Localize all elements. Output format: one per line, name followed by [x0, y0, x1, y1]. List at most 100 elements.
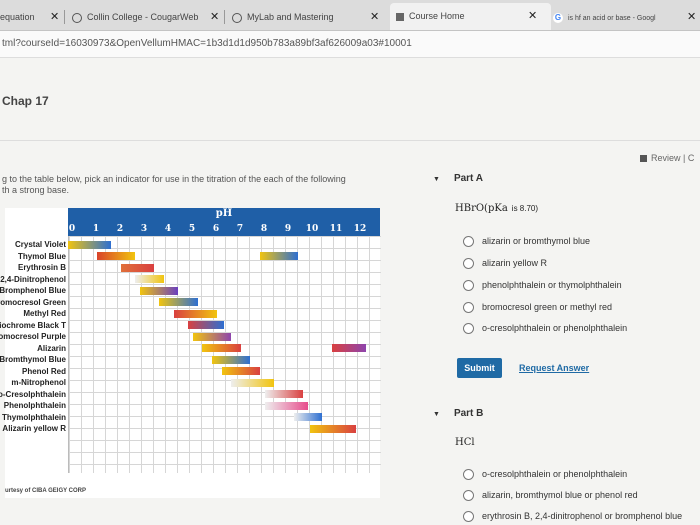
indicator-range-bar	[192, 332, 232, 341]
indicator-label: Methyl Red	[23, 309, 66, 318]
radio-button[interactable]	[463, 511, 474, 523]
intro-line-2: th a strong base.	[2, 185, 70, 195]
circle-icon	[232, 12, 242, 23]
indicator-label: Eriochrome Black T	[0, 320, 66, 330]
tab-label: MyLab and Mastering	[247, 12, 334, 22]
request-answer-link[interactable]: Request Answer	[519, 363, 589, 373]
indicator-label: Alizarin yellow R	[2, 424, 66, 433]
option-label: o-cresolphthalein or phenolphthalein	[482, 469, 628, 479]
indicator-range-bar	[332, 344, 366, 352]
indicator-label: o-Cresolphthalein	[0, 389, 66, 399]
part-a-formula: HBrO(pKa is 8.70)	[455, 203, 538, 214]
ph-tick-label: 12	[353, 224, 367, 234]
chart-credit: urtesy of CIBA GEIGY CORP	[5, 488, 87, 494]
submit-button[interactable]: Submit	[457, 358, 502, 378]
ph-tick-label: 0	[68, 224, 76, 234]
indicator-range-bar	[96, 252, 136, 260]
intro-line-1: g to the table below, pick an indicator …	[2, 174, 346, 184]
formula-note: is 8.70)	[511, 204, 539, 213]
indicator-range-bar	[310, 424, 356, 433]
part-a-option[interactable]: bromocresol green or methyl red	[463, 302, 612, 314]
radio-button[interactable]	[463, 280, 474, 292]
part-b-header[interactable]: ▼ Part B	[433, 408, 483, 419]
ph-tick-label: 2	[116, 224, 124, 234]
ph-tick-label: 7	[236, 224, 244, 234]
indicator-range-bar	[173, 309, 217, 318]
indicator-range-bar	[264, 390, 304, 398]
page-icon	[396, 12, 404, 21]
close-icon[interactable]: ✕	[50, 6, 59, 28]
indicator-label: Phenolphthalein	[3, 401, 66, 410]
review-icon	[640, 155, 647, 163]
option-label: phenolphthalein or thymolphthalein	[482, 280, 622, 290]
option-label: erythrosin B, 2,4-dinitrophenol or bromp…	[482, 511, 683, 521]
ph-axis-title: pH	[215, 208, 233, 219]
circle-icon	[72, 12, 82, 23]
indicator-range-bar	[221, 367, 260, 375]
indicator-label: Erythrosin B	[17, 263, 66, 272]
address-bar[interactable]: tml?courseId=16030973&OpenVellumHMAC=1b3…	[0, 31, 700, 58]
radio-button[interactable]	[463, 490, 474, 502]
part-b-option[interactable]: o-cresolphthalein or phenolphthalein	[463, 469, 628, 481]
tab-collin-college[interactable]: Collin College - CougarWeb ✕	[72, 6, 222, 28]
indicator-range-bar	[140, 286, 179, 295]
close-icon[interactable]: ✕	[370, 6, 379, 28]
radio-button[interactable]	[463, 323, 474, 335]
close-icon[interactable]: ✕	[687, 6, 696, 28]
part-a-option[interactable]: phenolphthalein or thymolphthalein	[463, 280, 622, 292]
indicator-range-bar	[212, 355, 251, 364]
indicator-range-bar	[260, 252, 299, 260]
indicator-label: Bromthymol Blue	[0, 355, 66, 364]
tab-equation[interactable]: equation ✕	[0, 6, 62, 28]
ph-tick-label: 6	[212, 224, 220, 234]
tab-label: Course Home	[409, 11, 465, 21]
chapter-title: Chap 17	[2, 94, 49, 108]
ph-tick-label: 9	[284, 224, 292, 234]
tab-google-search[interactable]: Gis hf an acid or base - Googl ✕	[553, 6, 698, 28]
ph-tick-label: 5	[188, 224, 196, 234]
indicator-label: Phenol Red	[21, 366, 66, 376]
indicator-range-bar	[231, 378, 275, 387]
indicator-range-bar	[68, 240, 112, 249]
indicator-label: Bromphenol Blue	[0, 286, 66, 295]
tab-course-home[interactable]: Course Home ✕	[390, 3, 551, 30]
part-a-header[interactable]: ▼ Part A	[433, 173, 483, 184]
indicator-range-bar	[120, 263, 155, 272]
ph-tick-label: 10	[305, 224, 319, 234]
indicator-label: 2,4-Dinitrophenol	[0, 274, 66, 284]
part-a-option[interactable]: o-cresolphthalein or phenolphthalein	[463, 323, 627, 335]
indicator-label: Crystal Violet	[15, 240, 66, 249]
part-a-label: Part A	[453, 173, 484, 184]
indicator-ph-chart: pH 0 1 2 3 4 5 6 7 8 9 10 11 12 urtesy of CIBA GEIGY…	[0, 208, 381, 498]
ph-tick-label: 11	[329, 224, 343, 234]
tab-mylab[interactable]: MyLab and Mastering ✕	[232, 6, 382, 28]
indicator-range-bar	[264, 401, 308, 410]
tab-separator	[224, 10, 225, 24]
radio-button[interactable]	[463, 302, 474, 314]
part-a-option[interactable]: alizarin or bromthymol blue	[463, 236, 591, 248]
part-b-option[interactable]: erythrosin B, 2,4-dinitrophenol or bromp…	[463, 511, 683, 523]
indicator-label: Thymol Blue	[17, 251, 66, 261]
radio-button[interactable]	[463, 236, 474, 248]
indicator-range-bar	[188, 321, 224, 329]
indicator-range-bar	[202, 344, 241, 352]
review-link[interactable]: Review | C	[640, 153, 694, 163]
divider	[0, 140, 700, 141]
indicator-range-bar	[293, 413, 323, 421]
part-b-option[interactable]: alizarin, bromthymol blue or phenol red	[463, 490, 638, 502]
radio-button[interactable]	[463, 258, 474, 270]
indicator-range-bar	[159, 298, 198, 306]
part-b-label: Part B	[453, 408, 484, 419]
option-label: alizarin or bromthymol blue	[482, 236, 591, 246]
indicator-label: Bromocresol Green	[0, 297, 66, 307]
close-icon[interactable]: ✕	[210, 6, 219, 28]
radio-button[interactable]	[463, 469, 474, 481]
formula-text: HBrO(pKa	[455, 203, 508, 214]
ph-tick-label: 1	[92, 224, 100, 234]
ph-tick-label: 8	[260, 224, 268, 234]
ph-tick-label: 4	[164, 224, 172, 234]
close-icon[interactable]: ✕	[528, 3, 537, 29]
part-a-option[interactable]: alizarin yellow R	[463, 258, 547, 270]
question-intro: g to the table below, pick an indicator …	[2, 174, 382, 196]
tab-label: is hf an acid or base - Googl	[568, 15, 656, 22]
